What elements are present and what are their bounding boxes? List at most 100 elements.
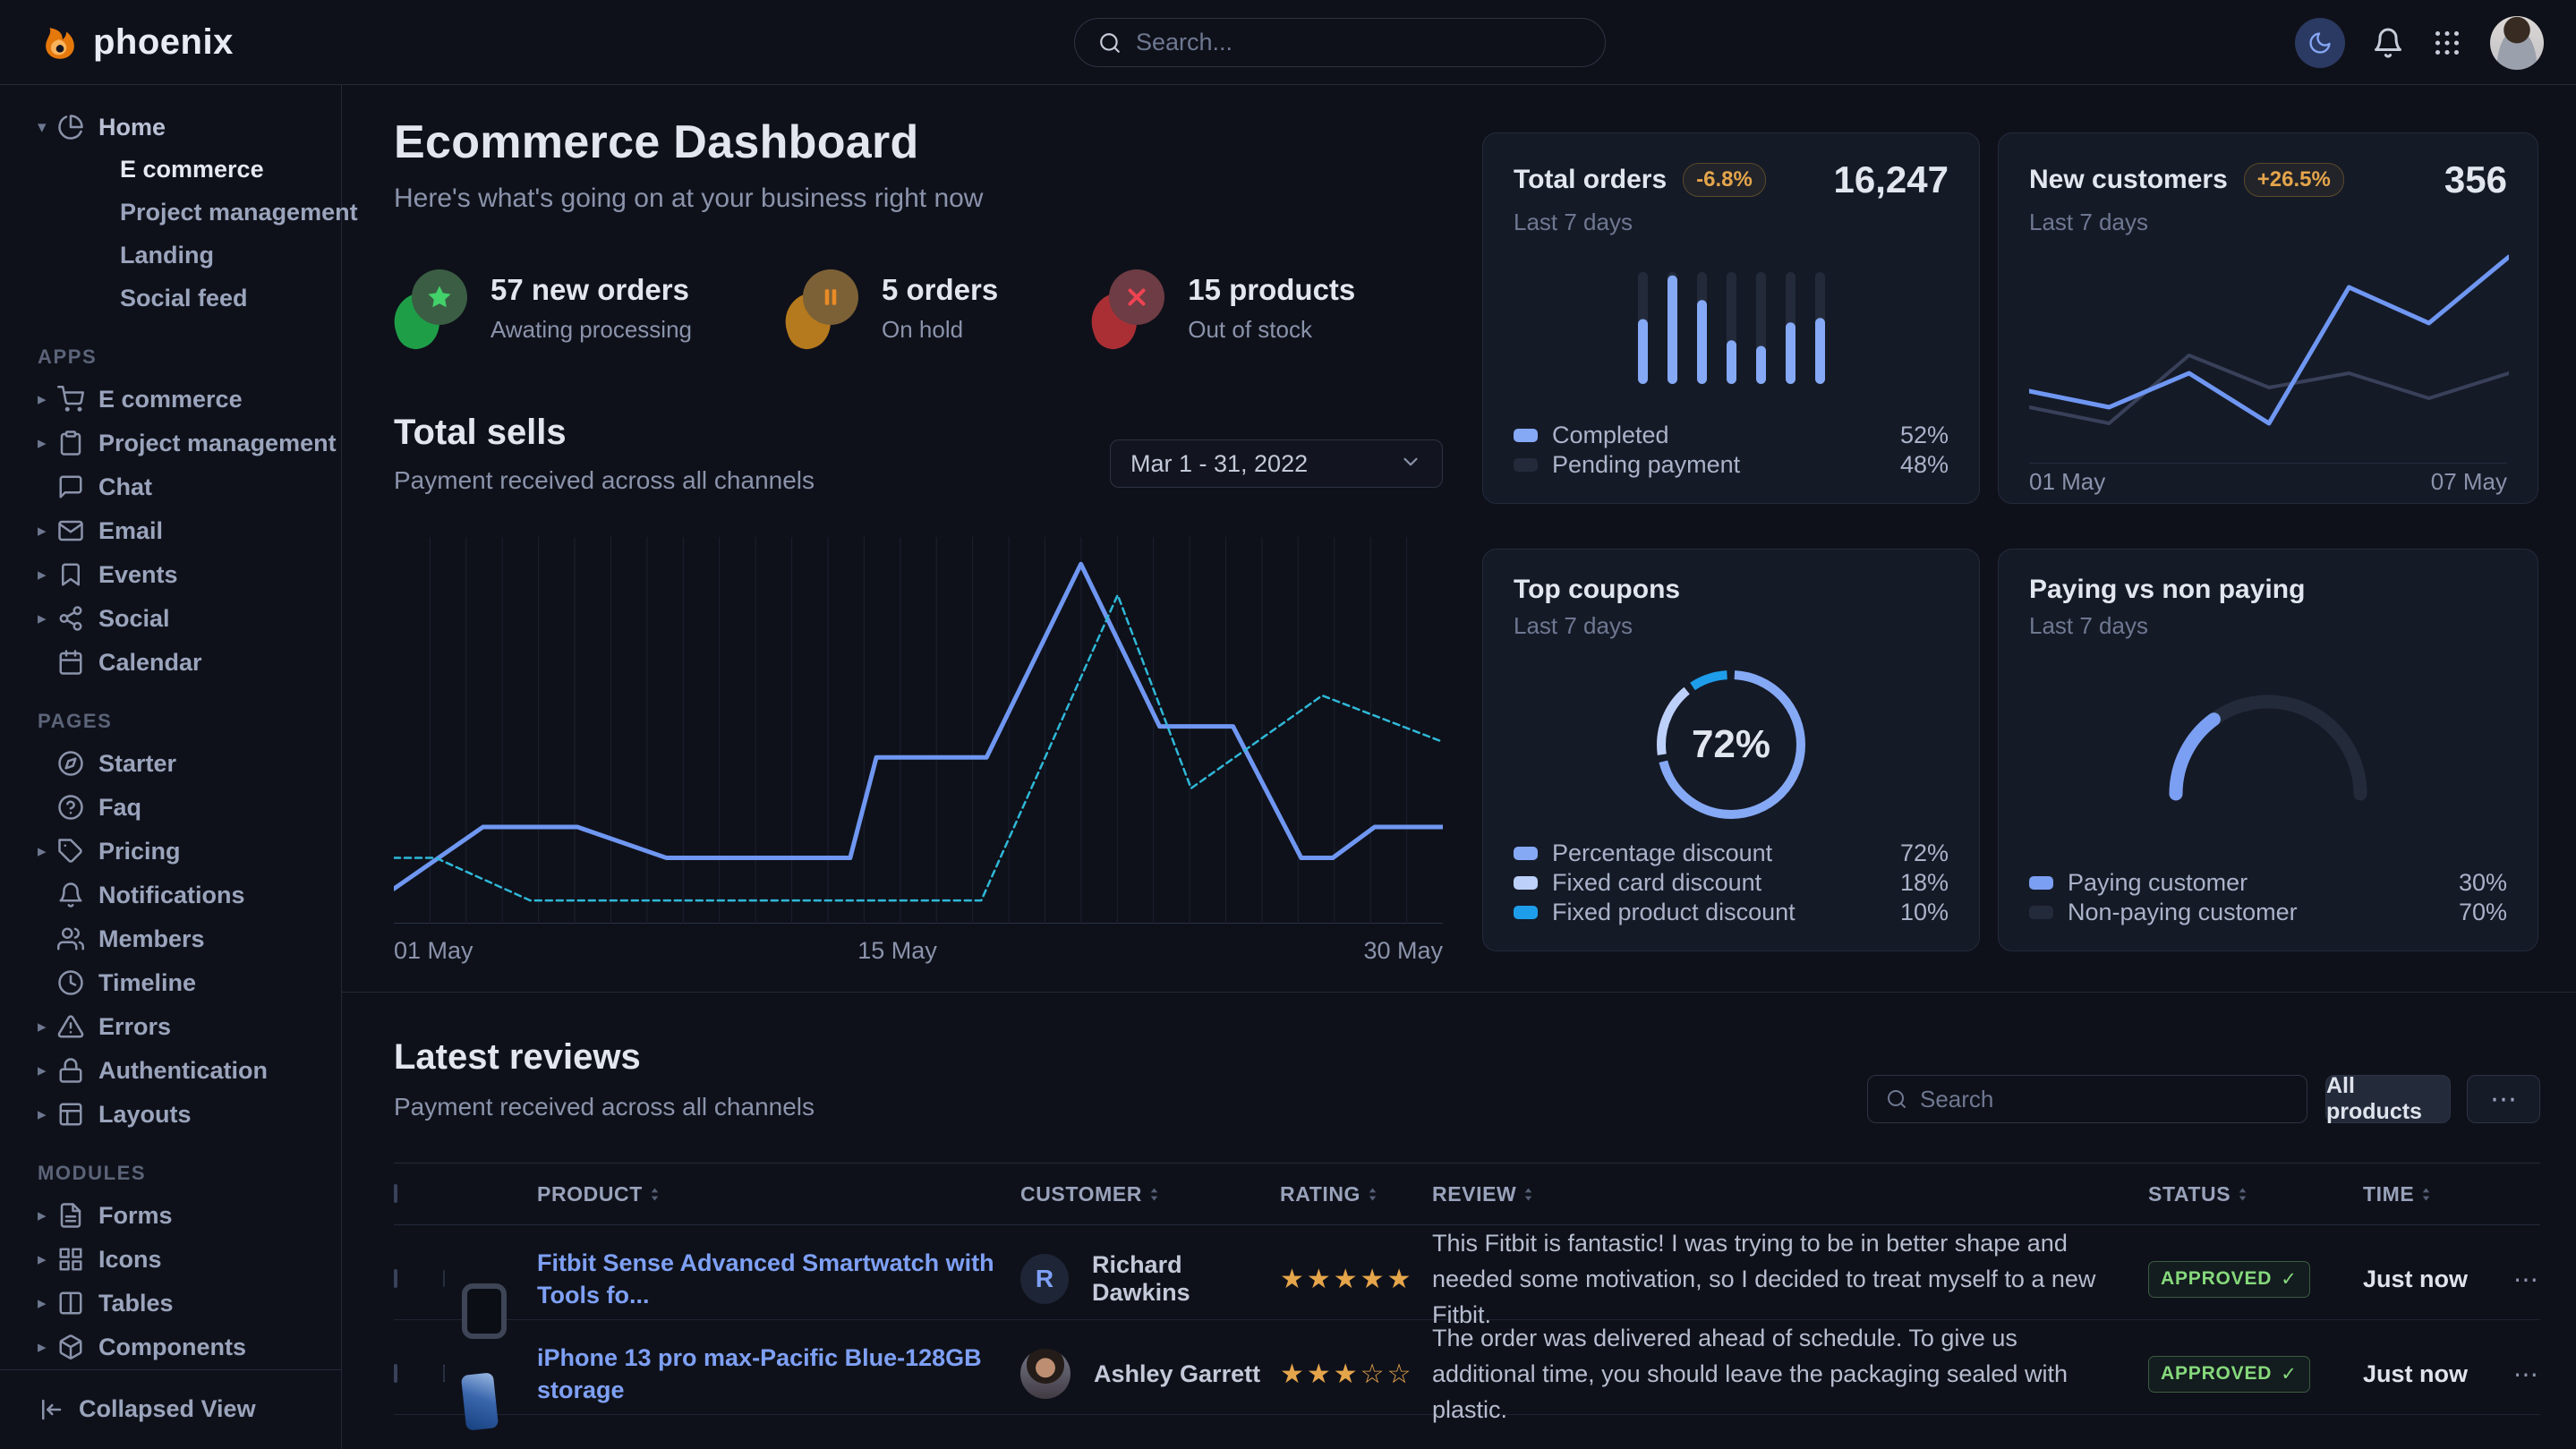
customers-axis-line [2029, 463, 2507, 464]
customer-name: Richard Dawkins [1092, 1251, 1280, 1307]
date-range-select[interactable]: Mar 1 - 31, 2022 [1110, 439, 1443, 488]
reviews-search-input[interactable] [1920, 1086, 2289, 1113]
stat-caption: Out of stock [1188, 316, 1355, 344]
review-time: Just now [2363, 1266, 2497, 1293]
sort-icon [1523, 1188, 1533, 1201]
sidebar-item-notifications[interactable]: Notifications [0, 874, 341, 917]
row-more-button[interactable]: ⋯ [2497, 1265, 2540, 1294]
customer-avatar [1020, 1349, 1070, 1399]
sidebar-item-components[interactable]: ▸Components [0, 1325, 341, 1369]
sidebar-item-errors[interactable]: ▸Errors [0, 1005, 341, 1049]
theme-toggle-button[interactable] [2295, 18, 2345, 68]
column-header-rating[interactable]: RATING [1280, 1182, 1432, 1206]
sidebar-item-project-management[interactable]: ▸Project management [0, 422, 341, 465]
chevron-down-icon: ▾ [38, 117, 57, 138]
legend-row: Percentage discount72% [1514, 839, 1949, 868]
sidebar-item-social[interactable]: ▸Social [0, 597, 341, 641]
lock-icon [57, 1057, 84, 1084]
calendar-icon [57, 649, 84, 676]
user-avatar[interactable] [2490, 16, 2544, 70]
column-header-product[interactable]: PRODUCT [537, 1182, 1020, 1206]
more-icon: ⋯ [2490, 1084, 2517, 1115]
reviews-search[interactable] [1867, 1075, 2307, 1123]
stat-caption: On hold [882, 316, 998, 344]
legend-value: 48% [1900, 451, 1949, 479]
legend-value: 10% [1900, 899, 1949, 926]
sidebar-item-label: Components [98, 1334, 246, 1361]
rating-stars: ★★★☆☆ [1280, 1359, 1432, 1390]
customer-cell: RRichard Dawkins [1020, 1251, 1280, 1307]
sidebar-item-tables[interactable]: ▸Tables [0, 1282, 341, 1325]
sort-icon [2238, 1188, 2248, 1201]
sidebar-item-events[interactable]: ▸Events [0, 553, 341, 597]
global-search-input[interactable] [1136, 29, 1582, 56]
chevron-right-icon: ▸ [38, 1017, 57, 1037]
sidebar-item-email[interactable]: ▸Email [0, 509, 341, 553]
all-products-button[interactable]: All products [2325, 1075, 2451, 1123]
card-title: New customers [2029, 165, 2228, 195]
sidebar-item-timeline[interactable]: Timeline [0, 961, 341, 1005]
sidebar-item-social-feed[interactable]: Social feed [0, 277, 341, 320]
sidebar-item-faq[interactable]: Faq [0, 786, 341, 830]
card-period: Last 7 days [2029, 209, 2507, 236]
rating-stars: ★★★★★ [1280, 1264, 1432, 1295]
compass-icon [57, 750, 84, 777]
sidebar-item-label: Icons [98, 1246, 162, 1274]
sidebar-item-chat[interactable]: Chat [0, 465, 341, 509]
legend-value: 70% [2459, 899, 2507, 926]
legend-row: Fixed card discount18% [1514, 868, 1949, 898]
logo[interactable]: phoenix [39, 21, 234, 63]
sidebar-item-forms[interactable]: ▸Forms [0, 1194, 341, 1238]
total-sells-subtitle: Payment received across all channels [394, 466, 815, 495]
product-thumbnail[interactable] [443, 1365, 445, 1382]
sidebar-item-e-commerce[interactable]: ▸E commerce [0, 378, 341, 422]
sidebar-section-label: PAGES [38, 710, 341, 733]
reviews-more-button[interactable]: ⋯ [2467, 1075, 2540, 1123]
card-period: Last 7 days [1514, 612, 1949, 640]
stat-icon [394, 266, 467, 348]
stat-value: 15 products [1188, 273, 1355, 307]
sidebar-home-label: Home [98, 114, 166, 141]
column-header-status[interactable]: STATUS [2148, 1182, 2363, 1206]
top-coupons-card: Top coupons Last 7 days 72% Percentage d… [1482, 549, 1980, 951]
notifications-bell-icon[interactable] [2372, 27, 2404, 59]
sidebar-item-home[interactable]: ▾ Home [0, 107, 341, 149]
sidebar-item-members[interactable]: Members [0, 917, 341, 961]
product-link[interactable]: iPhone 13 pro max-Pacific Blue-128GB sto… [537, 1342, 1020, 1406]
chevron-right-icon: ▸ [38, 1293, 57, 1314]
legend-label: Completed [1552, 422, 1669, 449]
select-all-checkbox[interactable] [394, 1184, 397, 1203]
donut-center-label: 72% [1642, 655, 1821, 834]
sidebar-item-landing[interactable]: Landing [0, 234, 341, 277]
grid-icon [57, 1246, 84, 1273]
legend-label: Non-paying customer [2068, 899, 2298, 926]
product-link[interactable]: Fitbit Sense Advanced Smartwatch with To… [537, 1247, 1020, 1311]
row-checkbox[interactable] [394, 1269, 397, 1288]
global-search[interactable] [1074, 18, 1606, 67]
sidebar-item-icons[interactable]: ▸Icons [0, 1238, 341, 1282]
sidebar-item-project-management[interactable]: Project management [0, 192, 341, 234]
chevron-right-icon: ▸ [38, 565, 57, 585]
tag-icon [57, 838, 84, 865]
search-icon [1886, 1088, 1907, 1110]
apps-grid-icon[interactable] [2431, 27, 2463, 59]
total-sells-title: Total sells [394, 413, 567, 453]
row-more-button[interactable]: ⋯ [2497, 1360, 2540, 1389]
sidebar-section-label: MODULES [38, 1162, 341, 1185]
sidebar-item-authentication[interactable]: ▸Authentication [0, 1049, 341, 1093]
legend-key [1514, 458, 1538, 472]
topbar-actions [2295, 0, 2544, 85]
main-content: Ecommerce Dashboard Here's what's going … [342, 85, 2576, 1449]
sidebar-item-pricing[interactable]: ▸Pricing [0, 830, 341, 874]
sidebar-item-layouts[interactable]: ▸Layouts [0, 1093, 341, 1137]
row-checkbox[interactable] [394, 1364, 397, 1383]
sidebar-item-e-commerce[interactable]: E commerce [0, 149, 341, 192]
sidebar-item-starter[interactable]: Starter [0, 742, 341, 786]
column-header-time[interactable]: TIME [2363, 1182, 2497, 1206]
collapse-view-button[interactable]: Collapsed View [0, 1369, 341, 1449]
sidebar-item-calendar[interactable]: Calendar [0, 641, 341, 685]
reviews-title: Latest reviews [394, 1037, 641, 1078]
column-header-customer[interactable]: CUSTOMER [1020, 1182, 1280, 1206]
product-thumbnail[interactable] [443, 1270, 445, 1287]
column-header-review[interactable]: REVIEW [1432, 1182, 2148, 1206]
